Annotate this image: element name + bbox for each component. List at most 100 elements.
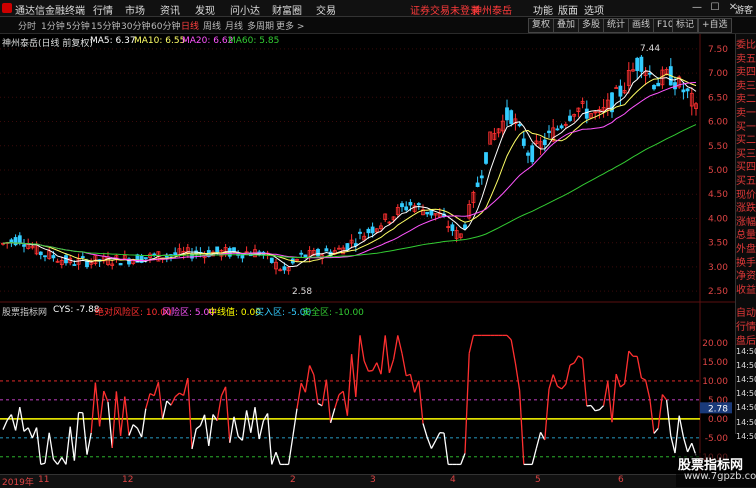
cys-line-segment — [289, 437, 293, 465]
overlay-button[interactable]: 叠加 — [553, 18, 579, 33]
cys-line-segment — [591, 406, 595, 411]
candle-body — [640, 57, 643, 71]
candle-body — [140, 256, 143, 262]
candle-body — [10, 240, 13, 242]
tab-more[interactable]: 更多 > — [276, 19, 304, 32]
tab-daily[interactable]: 日线 — [181, 19, 199, 32]
login-status[interactable]: 证券交易未登录 — [410, 2, 480, 17]
candle-body — [39, 252, 42, 255]
menu-caifuquan[interactable]: 财富圈 — [272, 2, 302, 17]
cys-value: CYS: -7.88 — [53, 305, 100, 315]
tab-multi-period[interactable]: 多周期 — [247, 19, 274, 32]
cys-line-segment — [671, 436, 675, 453]
date-label-6: 6 — [618, 475, 624, 485]
cys-line-segment — [62, 457, 66, 464]
watermark: 股票指标网 www.7gpzb.com — [676, 453, 756, 487]
cys-line-segment — [360, 335, 364, 361]
cys-line-segment — [587, 406, 591, 407]
guest-label[interactable]: 游客 — [735, 3, 753, 16]
menu-faxian[interactable]: 发现 — [195, 2, 215, 17]
price-tick-label: 7.50 — [708, 45, 728, 55]
price-tick-label: 4.00 — [708, 214, 728, 224]
candle-body — [174, 253, 177, 255]
tab-monthly[interactable]: 月线 — [225, 19, 243, 32]
add-favorite-button[interactable]: +自选 — [698, 18, 732, 33]
cys-line-segment — [196, 426, 200, 429]
minimize-button[interactable]: — — [690, 1, 704, 15]
cys-line-segment — [465, 353, 469, 453]
cys-line-segment — [423, 423, 427, 437]
tab-5min[interactable]: 5分钟 — [66, 19, 90, 32]
tab-60min[interactable]: 60分钟 — [151, 19, 180, 32]
price-tick-label: 6.00 — [708, 118, 728, 128]
cys-line-segment — [406, 374, 410, 375]
app-title: 通达信金融终端 — [15, 2, 85, 17]
cys-line-segment — [171, 397, 175, 405]
candle-body — [476, 183, 479, 187]
menu-jiaoyi[interactable]: 交易 — [316, 2, 336, 17]
menu-banmian[interactable]: 版面 — [558, 2, 578, 17]
cys-line-segment — [188, 378, 192, 449]
cys-line-segment — [637, 356, 641, 378]
tab-15min[interactable]: 15分钟 — [91, 19, 120, 32]
cys-line-segment — [364, 361, 368, 371]
cys-line-segment — [331, 408, 335, 422]
candle-body — [480, 176, 483, 178]
neutral-label: 中线值: 0.00 — [208, 305, 261, 318]
cys-line-segment — [58, 457, 62, 464]
menu-shichang[interactable]: 市场 — [125, 2, 145, 17]
tab-weekly[interactable]: 周线 — [203, 19, 221, 32]
candle-body — [191, 254, 194, 258]
fuquan-button[interactable]: 复权 — [528, 18, 554, 33]
cys-line-segment — [41, 463, 45, 464]
cys-line-segment — [242, 410, 246, 440]
menu-zixun[interactable]: 资讯 — [160, 2, 180, 17]
tab-1min[interactable]: 1分钟 — [41, 19, 65, 32]
cys-line-segment — [356, 335, 360, 397]
ma20-line — [3, 82, 696, 260]
cys-line-segment — [238, 437, 242, 441]
stock-link[interactable]: 神州泰岳 — [472, 2, 512, 17]
candle-body — [119, 263, 122, 265]
candle-body — [283, 267, 286, 270]
cys-line-segment — [192, 429, 196, 449]
cys-line-segment — [688, 443, 692, 452]
cys-line-segment — [549, 375, 553, 389]
menu-hangqing[interactable]: 行情 — [93, 2, 113, 17]
stats-button[interactable]: 统计 — [603, 18, 629, 33]
cys-line-segment — [251, 407, 255, 432]
menu-xuanxiang[interactable]: 选项 — [584, 2, 604, 17]
price-tick-label: 3.50 — [708, 239, 728, 249]
cys-line-segment — [557, 386, 561, 389]
cys-line-segment — [154, 382, 158, 396]
candle-body — [317, 249, 320, 255]
cys-line-segment — [545, 389, 549, 440]
kline-chart[interactable]: 7.507.006.506.005.505.004.504.003.503.00… — [0, 34, 735, 474]
cys-line-segment — [541, 432, 545, 440]
cys-line-segment — [70, 427, 74, 461]
maximize-button[interactable]: ☐ — [708, 1, 722, 15]
candle-body — [510, 111, 513, 124]
cys-line-segment — [268, 413, 272, 464]
cys-line-segment — [53, 459, 57, 464]
cys-line-segment — [683, 437, 687, 452]
candle-body — [216, 247, 219, 252]
cys-line-segment — [104, 391, 108, 402]
mark-button[interactable]: 标记 — [672, 18, 698, 33]
cys-line-segment — [415, 381, 419, 393]
candle-body — [636, 58, 639, 70]
cys-line-segment — [37, 428, 41, 465]
tab-30min[interactable]: 30分钟 — [121, 19, 150, 32]
draw-line-button[interactable]: 画线 — [628, 18, 654, 33]
price-tick-label: 3.00 — [708, 263, 728, 273]
cys-line-segment — [255, 407, 259, 439]
tab-fenshi[interactable]: 分时 — [18, 19, 36, 32]
cys-line-segment — [650, 399, 654, 434]
menu-gongneng[interactable]: 功能 — [533, 2, 553, 17]
menu-bar: 通达信金融终端 行情 市场 资讯 发现 问小达 财富圈 交易 证券交易未登录 神… — [0, 0, 756, 17]
cys-line-segment — [625, 351, 629, 384]
candle-body — [657, 83, 660, 86]
cys-line-segment — [129, 425, 133, 436]
multi-stock-button[interactable]: 多股 — [578, 18, 604, 33]
menu-wenxiaoda[interactable]: 问小达 — [230, 2, 260, 17]
